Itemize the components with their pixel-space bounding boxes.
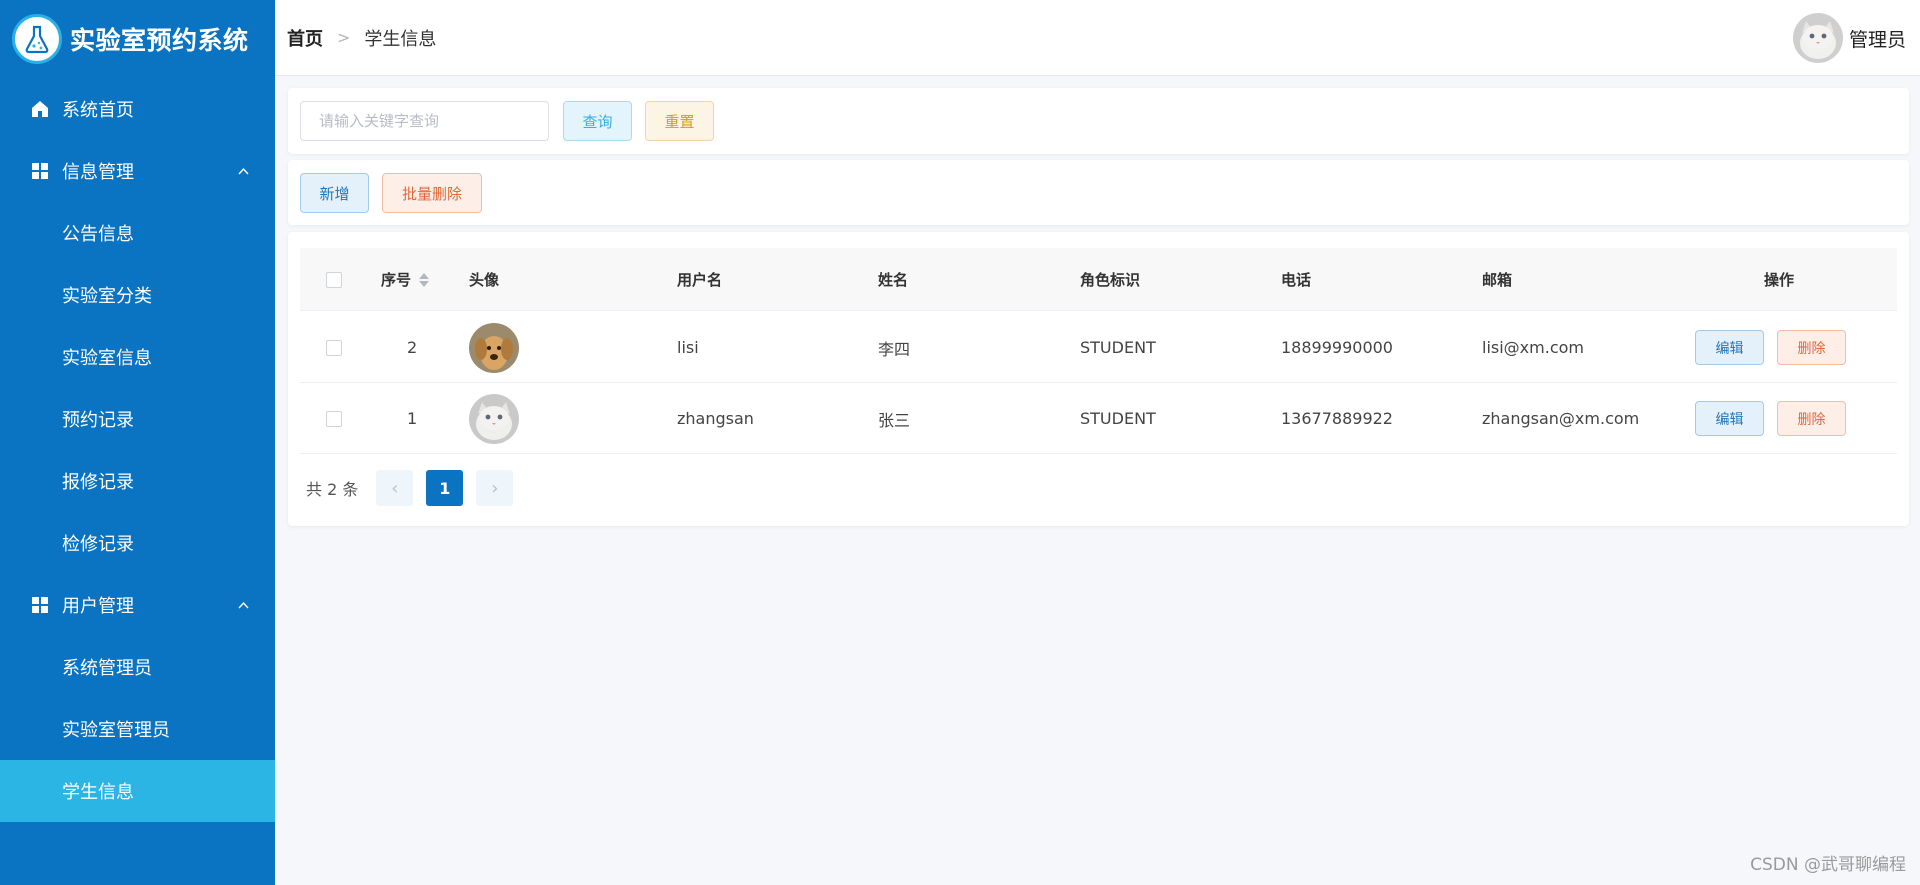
sidebar-item-lab-admins[interactable]: 实验室管理员 bbox=[0, 698, 275, 760]
grid-icon bbox=[32, 163, 48, 179]
sidebar-item-label: 公告信息 bbox=[62, 224, 134, 245]
delete-button[interactable]: 删除 bbox=[1777, 330, 1846, 365]
column-header-actions: 操作 bbox=[1764, 271, 1795, 289]
sidebar-item-label: 系统首页 bbox=[62, 100, 134, 121]
cell-index: 2 bbox=[407, 338, 418, 357]
sidebar-item-label: 系统管理员 bbox=[62, 658, 152, 679]
chevron-up-icon bbox=[238, 167, 249, 175]
app-title: 实验室预约系统 bbox=[70, 26, 249, 55]
search-input[interactable] bbox=[300, 101, 549, 141]
column-header-role: 角色标识 bbox=[1080, 271, 1141, 289]
batch-delete-button[interactable]: 批量删除 bbox=[382, 173, 482, 213]
sidebar-item-repair-records[interactable]: 报修记录 bbox=[0, 450, 275, 512]
cell-phone: 18899990000 bbox=[1281, 338, 1393, 357]
sidebar-item-home[interactable]: 系统首页 bbox=[0, 78, 275, 140]
app-logo-area: 实验室预约系统 bbox=[0, 0, 275, 78]
column-header-avatar: 头像 bbox=[469, 271, 500, 289]
sidebar-item-notices[interactable]: 公告信息 bbox=[0, 202, 275, 264]
watermark: CSDN @武哥聊编程 bbox=[1750, 855, 1906, 875]
cell-username: zhangsan bbox=[677, 409, 754, 428]
sidebar-item-label: 实验室信息 bbox=[62, 348, 152, 369]
cell-email: lisi@xm.com bbox=[1482, 338, 1584, 357]
edit-button[interactable]: 编辑 bbox=[1695, 330, 1764, 365]
cell-name: 张三 bbox=[878, 410, 911, 430]
cell-role: STUDENT bbox=[1080, 338, 1156, 357]
reset-button[interactable]: 重置 bbox=[645, 101, 714, 141]
select-all-checkbox[interactable] bbox=[326, 248, 342, 311]
column-header-phone: 电话 bbox=[1281, 271, 1312, 289]
sidebar-item-label: 预约记录 bbox=[62, 410, 134, 431]
sidebar-item-maintenance-records[interactable]: 检修记录 bbox=[0, 512, 275, 574]
column-header-email: 邮箱 bbox=[1482, 271, 1513, 289]
breadcrumb-separator: > bbox=[337, 28, 351, 47]
sidebar-group-info-management[interactable]: 信息管理 bbox=[0, 140, 275, 202]
user-name[interactable]: 管理员 bbox=[1849, 25, 1906, 52]
row-checkbox[interactable] bbox=[326, 383, 342, 454]
cell-avatar bbox=[469, 312, 519, 383]
pagination-total: 共 2 条 bbox=[306, 480, 359, 499]
sidebar-item-label: 信息管理 bbox=[62, 162, 134, 183]
pagination: 共 2 条 ‹ 1 › bbox=[306, 470, 526, 506]
home-icon bbox=[32, 101, 48, 117]
table-row: 1 zhangsan 张三 STUDENT 13677889922 zhangs… bbox=[300, 383, 1897, 454]
cell-avatar bbox=[469, 383, 519, 454]
delete-button[interactable]: 删除 bbox=[1777, 401, 1846, 436]
page-number-button[interactable]: 1 bbox=[426, 470, 464, 506]
row-checkbox[interactable] bbox=[326, 312, 342, 383]
cell-email: zhangsan@xm.com bbox=[1482, 409, 1640, 428]
top-header: 首页 > 学生信息 管理员 bbox=[275, 0, 1920, 76]
flask-logo-icon bbox=[12, 14, 62, 64]
add-button[interactable]: 新增 bbox=[300, 173, 369, 213]
cell-username: lisi bbox=[677, 338, 699, 357]
column-header-index[interactable]: 序号 bbox=[381, 248, 430, 311]
sidebar-item-label: 实验室分类 bbox=[62, 286, 152, 307]
prev-page-button[interactable]: ‹ bbox=[376, 470, 414, 506]
cell-role: STUDENT bbox=[1080, 409, 1156, 428]
column-header-username: 用户名 bbox=[677, 271, 723, 289]
sidebar-item-label: 用户管理 bbox=[62, 596, 134, 617]
sidebar-item-label: 实验室管理员 bbox=[62, 720, 170, 741]
user-menu[interactable]: 管理员 bbox=[1792, 13, 1906, 63]
table-header: 序号 头像 用户名 姓名 角色标识 电话 邮箱 操作 bbox=[300, 248, 1897, 311]
column-header-name: 姓名 bbox=[878, 271, 909, 289]
table-panel: 序号 头像 用户名 姓名 角色标识 电话 邮箱 操作 2 lisi 李四 STU… bbox=[288, 232, 1909, 526]
breadcrumb-home[interactable]: 首页 bbox=[287, 25, 323, 51]
breadcrumb-current: 学生信息 bbox=[364, 28, 437, 50]
sidebar-item-lab-categories[interactable]: 实验室分类 bbox=[0, 264, 275, 326]
sidebar-item-label: 检修记录 bbox=[62, 534, 134, 555]
next-page-button[interactable]: › bbox=[476, 470, 514, 506]
sidebar-item-students[interactable]: 学生信息 bbox=[0, 760, 275, 822]
dog-avatar bbox=[469, 322, 519, 373]
sidebar-item-reservations[interactable]: 预约记录 bbox=[0, 388, 275, 450]
sidebar-group-user-management[interactable]: 用户管理 bbox=[0, 574, 275, 636]
cat-avatar bbox=[469, 393, 519, 444]
cell-index: 1 bbox=[407, 409, 418, 428]
cell-phone: 13677889922 bbox=[1281, 409, 1393, 428]
chevron-up-icon bbox=[238, 601, 249, 609]
sidebar-item-lab-info[interactable]: 实验室信息 bbox=[0, 326, 275, 388]
query-button[interactable]: 查询 bbox=[563, 101, 632, 141]
table-row: 2 lisi 李四 STUDENT 18899990000 lisi@xm.co… bbox=[300, 312, 1897, 383]
sidebar-item-system-admins[interactable]: 系统管理员 bbox=[0, 636, 275, 698]
sidebar: 实验室预约系统 系统首页 信息管理 公告信息 实验室分类 实验室信息 预约记录 … bbox=[0, 0, 275, 885]
avatar[interactable] bbox=[1792, 13, 1843, 63]
grid-icon bbox=[32, 597, 48, 613]
sidebar-item-label: 报修记录 bbox=[62, 472, 134, 493]
cell-name: 李四 bbox=[878, 339, 911, 359]
toolbar-panel: 新增 批量删除 bbox=[288, 160, 1909, 225]
column-header-label: 序号 bbox=[381, 271, 412, 289]
edit-button[interactable]: 编辑 bbox=[1695, 401, 1764, 436]
sidebar-item-label: 学生信息 bbox=[62, 782, 134, 803]
search-panel: 查询 重置 bbox=[288, 88, 1909, 154]
sort-icon[interactable] bbox=[419, 272, 430, 287]
